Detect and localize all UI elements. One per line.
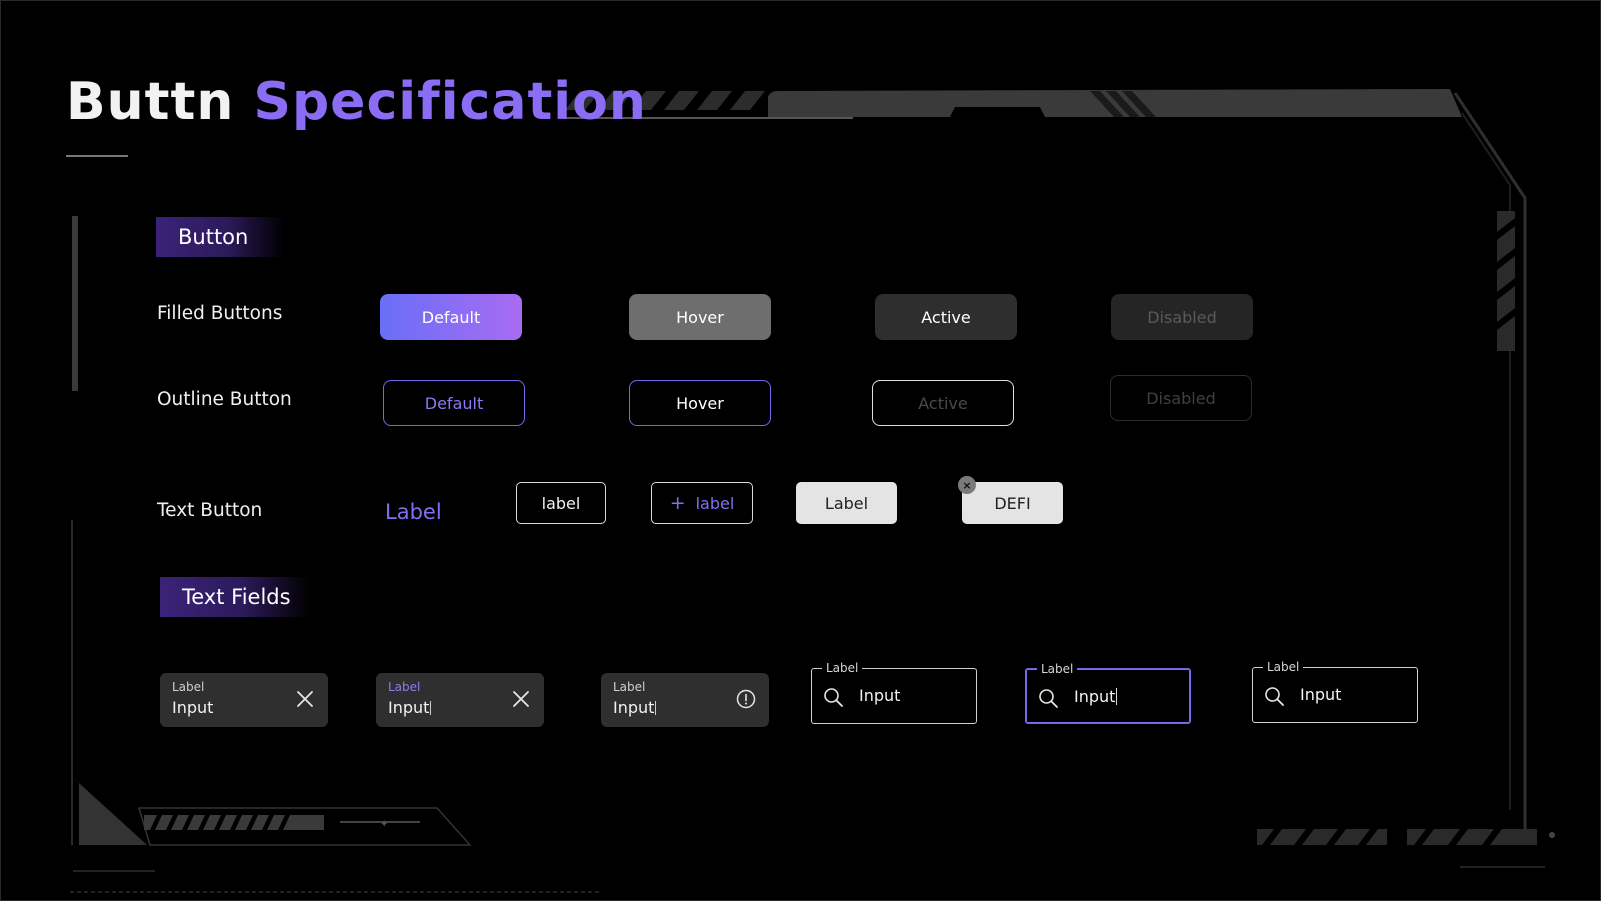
filled-button-active[interactable]: Active [875, 294, 1017, 340]
section-header-button: Button [156, 217, 284, 257]
text-link-button[interactable]: Label [385, 500, 442, 524]
decorative-frame: ✦ [70, 89, 1555, 893]
text-button-label: Text Button [157, 500, 263, 521]
outlined-text-field-3[interactable]: Label Input [1252, 659, 1418, 723]
outline-button-label: Outline Button [157, 389, 292, 410]
filled-button-hover[interactable]: Hover [629, 294, 771, 340]
text-field-value: Input [1074, 687, 1118, 706]
add-label-button[interactable]: + label [651, 482, 753, 524]
label-outline-button[interactable]: label [516, 482, 606, 524]
search-icon [1265, 687, 1284, 706]
filled-button-disabled: Disabled [1111, 294, 1253, 340]
svg-text:✦: ✦ [380, 819, 388, 830]
info-icon[interactable] [735, 688, 757, 710]
filled-text-field-1[interactable]: Label Input [160, 673, 328, 727]
title-part-2: Specification [253, 72, 647, 132]
filled-text-field-3[interactable]: Label Input [601, 673, 769, 727]
filled-text-field-2[interactable]: Label Input [376, 673, 544, 727]
outline-button-disabled: Disabled [1110, 375, 1252, 421]
text-field-label: Label [1263, 659, 1304, 675]
text-field-value: Input [859, 686, 901, 705]
search-icon [1039, 689, 1058, 708]
text-field-label: Label [172, 680, 205, 694]
text-cursor [655, 701, 657, 715]
section-header-text-fields: Text Fields [160, 577, 310, 617]
defi-chip[interactable]: DEFI [962, 482, 1063, 524]
label-filled-button[interactable]: Label [796, 482, 897, 524]
title-underline [66, 155, 128, 157]
text-field-value-text: Input [613, 698, 655, 717]
text-field-value: Input [1300, 685, 1342, 704]
close-icon[interactable] [294, 688, 316, 710]
filled-buttons-label: Filled Buttons [157, 303, 283, 324]
text-field-value: Input [172, 698, 214, 717]
outline-button-active[interactable]: Active [872, 380, 1014, 426]
search-icon [824, 688, 843, 707]
close-icon[interactable] [510, 688, 532, 710]
plus-icon: + [669, 492, 686, 514]
outline-button-hover[interactable]: Hover [629, 380, 771, 426]
text-field-label: Label [388, 680, 421, 694]
section-header-text-fields-label: Text Fields [182, 585, 291, 609]
text-field-value: Input [388, 698, 432, 717]
text-field-label: Label [1037, 661, 1078, 677]
page-title: Buttn Specification [66, 72, 647, 132]
outline-button-default[interactable]: Default [383, 380, 525, 426]
add-label-button-text: label [695, 493, 735, 513]
text-field-label: Label [822, 660, 863, 676]
title-part-1: Buttn [66, 72, 235, 132]
outlined-text-field-2-focused[interactable]: Label Input [1025, 661, 1191, 724]
text-field-label: Label [613, 680, 646, 694]
section-header-button-label: Button [178, 225, 249, 249]
text-field-value: Input [613, 698, 657, 717]
text-field-value-text: Input [388, 698, 430, 717]
text-field-value-text: Input [1074, 687, 1116, 706]
outlined-text-field-1[interactable]: Label Input [811, 660, 977, 724]
chip-close-icon[interactable]: × [958, 476, 976, 494]
text-cursor [1116, 688, 1118, 705]
text-cursor [430, 701, 432, 715]
filled-button-default[interactable]: Default [380, 294, 522, 340]
